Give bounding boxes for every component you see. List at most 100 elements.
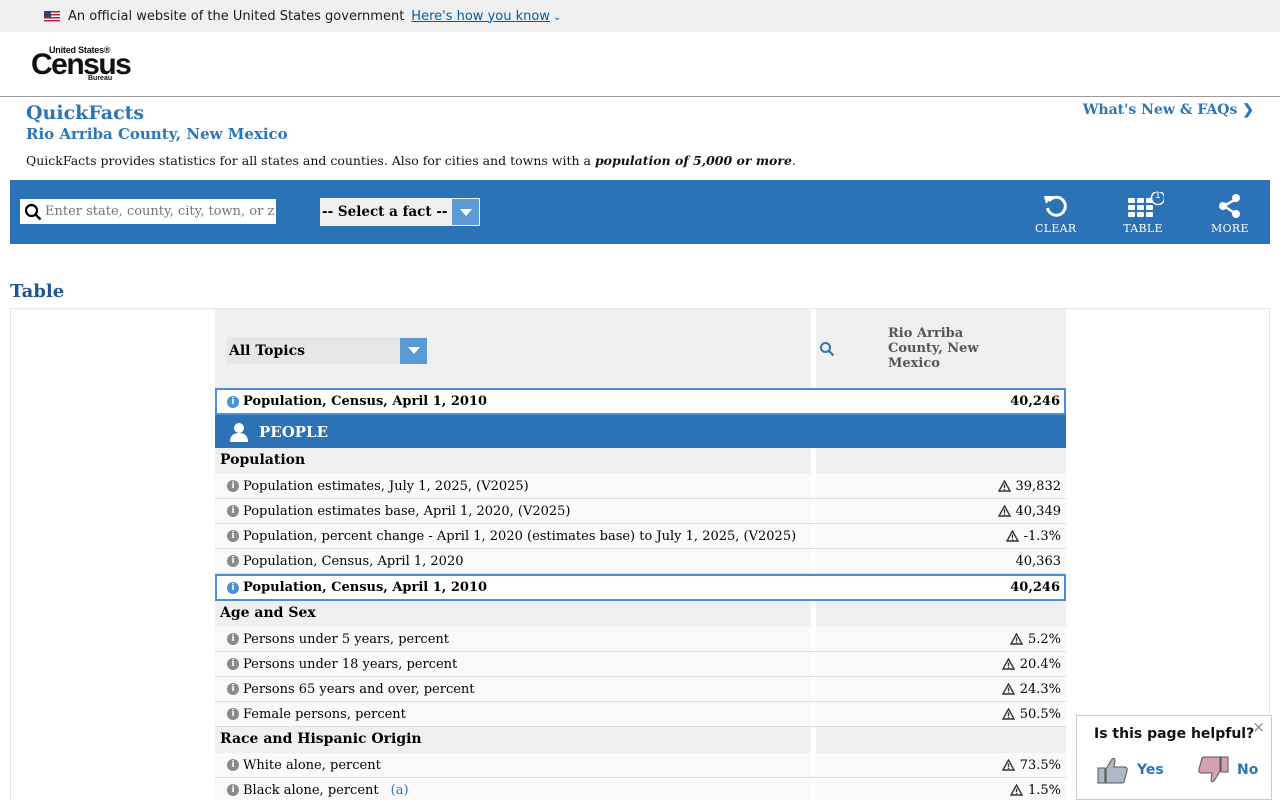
selected-fact-row[interactable]: i Population, Census, April 1, 2010 40,24… (215, 574, 1066, 601)
fact-label: Population, percent change - April 1, 20… (243, 528, 797, 544)
us-flag-icon (44, 10, 60, 22)
fact-value: 24.3% (1019, 681, 1061, 697)
fact-label: Population, Census, April 1, 2010 (243, 394, 488, 409)
refresh-icon (1043, 195, 1067, 217)
footnote-link[interactable]: (a) (391, 783, 409, 798)
category-age-and-sex: Age and Sex (215, 601, 1066, 627)
info-icon[interactable]: i (227, 555, 239, 567)
fact-label: Population, Census, April 1, 2020 (243, 553, 464, 569)
yes-label: Yes (1137, 762, 1164, 778)
category-race-hispanic-origin: Race and Hispanic Origin (215, 727, 1066, 753)
table-row[interactable]: i Persons 65 years and over, percent 24.3… (215, 677, 1066, 702)
table-row[interactable]: i Population, percent change - April 1, 2… (215, 524, 1066, 549)
table-button[interactable]: 1 TABLE (1122, 191, 1164, 235)
feedback-no-button[interactable]: No (1197, 756, 1258, 784)
dropdown-arrow-icon[interactable] (400, 337, 427, 364)
feedback-yes-button[interactable]: Yes (1097, 756, 1164, 784)
fact-value: 50.5% (1019, 706, 1061, 722)
census-logo[interactable]: United States® Census Bureau (31, 45, 132, 85)
fact-value: 1.5% (1027, 782, 1061, 798)
warning-triangle-icon[interactable] (997, 505, 1011, 517)
table-label: TABLE (1123, 222, 1163, 235)
table-header: All Topics Rio Arriba County, New Mexico (215, 309, 1066, 388)
category-label: Age and Sex (220, 605, 316, 621)
category-population: Population (215, 448, 1066, 474)
topics-label: All Topics (229, 342, 306, 359)
more-button[interactable]: MORE (1211, 192, 1249, 235)
fact-label: Population estimates, July 1, 2025, (V20… (243, 478, 529, 494)
topics-dropdown[interactable]: All Topics (227, 337, 427, 364)
table-row[interactable]: i Population estimates base, April 1, 202… (215, 499, 1066, 524)
quickfacts-header: QuickFacts Rio Arriba County, New Mexico… (0, 97, 1280, 180)
selected-fact-row[interactable]: i Population, Census, April 1, 2010 40,24… (215, 388, 1066, 415)
info-icon[interactable]: i (227, 683, 239, 695)
fact-label: White alone, percent (243, 757, 381, 773)
info-icon[interactable]: i (227, 581, 239, 594)
person-icon (230, 422, 248, 442)
close-icon[interactable]: × (1252, 718, 1265, 736)
quickfacts-toolbar: -- Select a fact -- CLEAR 1 TABLE MORE (10, 180, 1270, 244)
page-title[interactable]: QuickFacts (26, 102, 144, 124)
warning-triangle-icon[interactable] (1009, 633, 1023, 645)
fact-value: 20.4% (1019, 656, 1061, 672)
select-fact-label: -- Select a fact -- (322, 204, 448, 220)
info-icon[interactable]: i (227, 395, 239, 408)
whats-new-faqs-link[interactable]: What's New & FAQs ❯ (1083, 102, 1254, 118)
info-icon[interactable]: i (227, 505, 239, 517)
info-icon[interactable]: i (227, 658, 239, 670)
table-row[interactable]: i Female persons, percent 50.5% (215, 702, 1066, 727)
clear-label: CLEAR (1035, 222, 1077, 235)
warning-triangle-icon[interactable] (1001, 708, 1015, 720)
warning-triangle-icon[interactable] (997, 480, 1011, 492)
people-section-header: PEOPLE (215, 415, 1066, 448)
fact-label: Population, Census, April 1, 2010 (243, 580, 488, 595)
select-fact-dropdown[interactable]: -- Select a fact -- (320, 198, 480, 226)
fact-label: Population estimates base, April 1, 2020… (243, 503, 571, 519)
people-label: PEOPLE (259, 422, 329, 441)
warning-triangle-icon[interactable] (1001, 759, 1015, 771)
info-icon[interactable]: i (227, 530, 239, 542)
fact-value: 5.2% (1027, 631, 1061, 647)
description-emphasis: population of 5,000 or more (594, 153, 792, 168)
fact-value: 39,832 (1015, 478, 1062, 494)
thumbs-up-icon (1097, 757, 1128, 784)
search-icon (24, 203, 42, 220)
fact-label: Persons 65 years and over, percent (243, 681, 475, 697)
dropdown-arrow-icon[interactable] (452, 199, 479, 225)
warning-triangle-icon[interactable] (1001, 683, 1015, 695)
table-row[interactable]: i Black alone, percent (a) 1.5% (215, 778, 1066, 800)
info-icon[interactable]: i (227, 759, 239, 771)
logo-main-text: Census (31, 48, 132, 81)
fact-value: 73.5% (1019, 757, 1061, 773)
logo-bottom-text: Bureau (88, 75, 113, 82)
table-row[interactable]: i Persons under 18 years, percent 20.4% (215, 652, 1066, 677)
site-header: United States® Census Bureau (0, 32, 1280, 97)
quickfacts-description: QuickFacts provides statistics for all s… (26, 153, 796, 168)
info-icon[interactable]: i (227, 708, 239, 720)
column-search-icon[interactable] (819, 341, 835, 357)
info-icon[interactable]: i (227, 784, 239, 796)
table-row[interactable]: i Persons under 5 years, percent 5.2% (215, 627, 1066, 652)
warning-triangle-icon[interactable] (1001, 658, 1015, 670)
feedback-question: Is this page helpful? (1094, 726, 1255, 742)
fact-label: Black alone, percent (243, 782, 379, 798)
table-row[interactable]: i White alone, percent 73.5% (215, 753, 1066, 778)
warning-triangle-icon[interactable] (1005, 530, 1019, 542)
fact-label: Persons under 18 years, percent (243, 656, 458, 672)
facts-table: All Topics Rio Arriba County, New Mexico… (215, 309, 1066, 800)
search-input[interactable] (45, 200, 275, 223)
column-header-geography: Rio Arriba County, New Mexico (888, 326, 979, 371)
description-prefix: QuickFacts provides statistics for all s… (26, 153, 595, 168)
warning-triangle-icon[interactable] (1009, 784, 1023, 796)
thumbs-down-icon (1198, 756, 1229, 783)
no-label: No (1237, 762, 1259, 778)
clear-button[interactable]: CLEAR (1035, 192, 1076, 235)
table-row[interactable]: i Population estimates, July 1, 2025, (V2… (215, 474, 1066, 499)
whats-new-label: What's New & FAQs (1082, 102, 1238, 118)
chevron-down-icon: ⌄ (552, 11, 562, 23)
info-icon[interactable]: i (227, 633, 239, 645)
table-row[interactable]: i Population, Census, April 1, 2020 40,36… (215, 549, 1066, 574)
heres-how-you-know-link[interactable]: Here's how you know ⌄ (411, 9, 561, 24)
geography-title: Rio Arriba County, New Mexico (26, 125, 288, 143)
info-icon[interactable]: i (227, 480, 239, 492)
